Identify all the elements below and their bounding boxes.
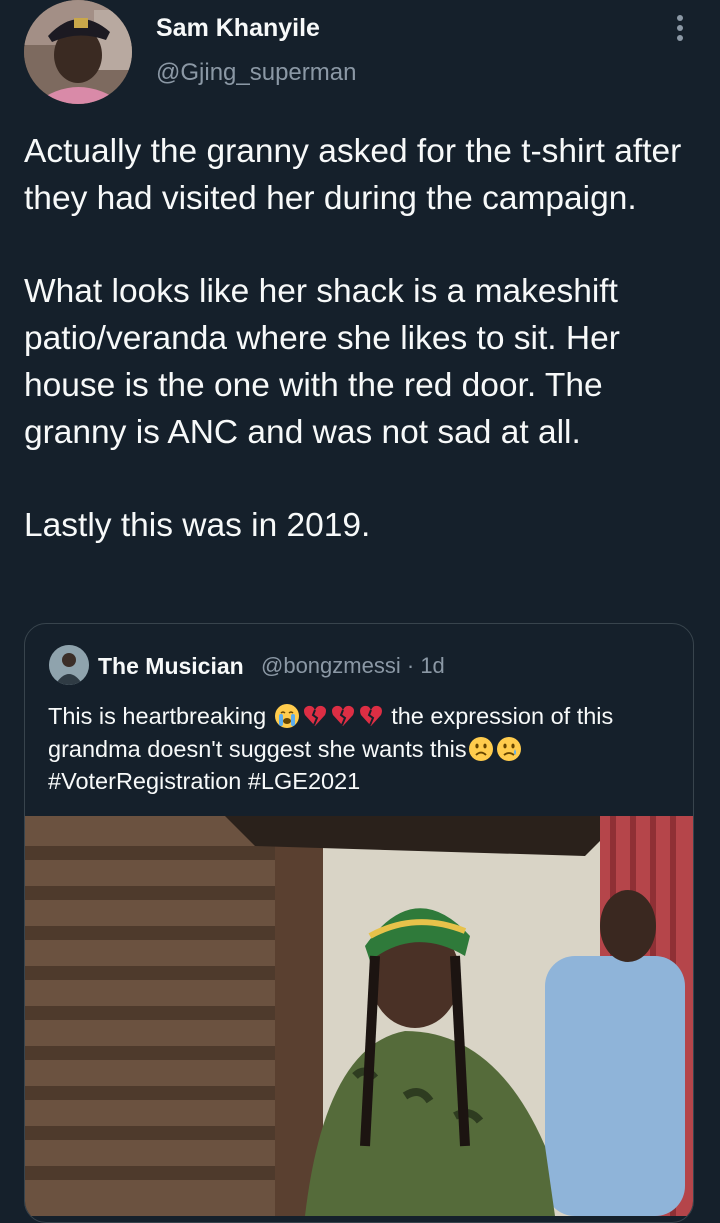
quoted-author-avatar[interactable]	[49, 645, 89, 685]
corrugated-wall	[25, 816, 295, 1216]
quoted-time[interactable]: 1d	[420, 653, 444, 678]
author-name[interactable]: Sam Khanyile	[156, 12, 320, 44]
tweet-header: Sam Khanyile @Gjing_superman	[0, 0, 720, 110]
broken-heart-icon	[302, 703, 328, 729]
quoted-tweet-card[interactable]: The Musician @bongzmessi · 1d This is he…	[24, 623, 694, 1223]
hashtags[interactable]: #VoterRegistration #LGE2021	[48, 768, 360, 794]
tweet-paragraph: Actually the granny asked for the t-shir…	[24, 133, 682, 217]
broken-heart-icon	[330, 703, 356, 729]
quoted-author-meta: @bongzmessi · 1d	[261, 651, 445, 681]
more-vertical-icon[interactable]	[666, 12, 694, 46]
slightly-frowning-face-icon	[468, 736, 494, 762]
broken-heart-icon	[358, 703, 384, 729]
author-avatar[interactable]	[24, 0, 132, 104]
loudly-crying-face-icon	[274, 703, 300, 729]
tweet-paragraph: What looks like her shack is a makeshift…	[24, 273, 620, 451]
tweet-paragraph: Lastly this was in 2019.	[24, 507, 371, 544]
separator-dot: ·	[406, 653, 415, 678]
quoted-tweet-text: This is heartbreaking the expression of …	[48, 700, 678, 798]
crying-face-icon	[496, 736, 522, 762]
quoted-tweet-photo[interactable]	[25, 816, 693, 1216]
quoted-author-name[interactable]: The Musician	[98, 651, 244, 681]
quoted-author-handle[interactable]: @bongzmessi	[261, 653, 401, 678]
quoted-text-part1: This is heartbreaking	[48, 703, 267, 729]
tweet-text: Actually the granny asked for the t-shir…	[24, 128, 700, 595]
author-handle[interactable]: @Gjing_superman	[156, 58, 356, 88]
